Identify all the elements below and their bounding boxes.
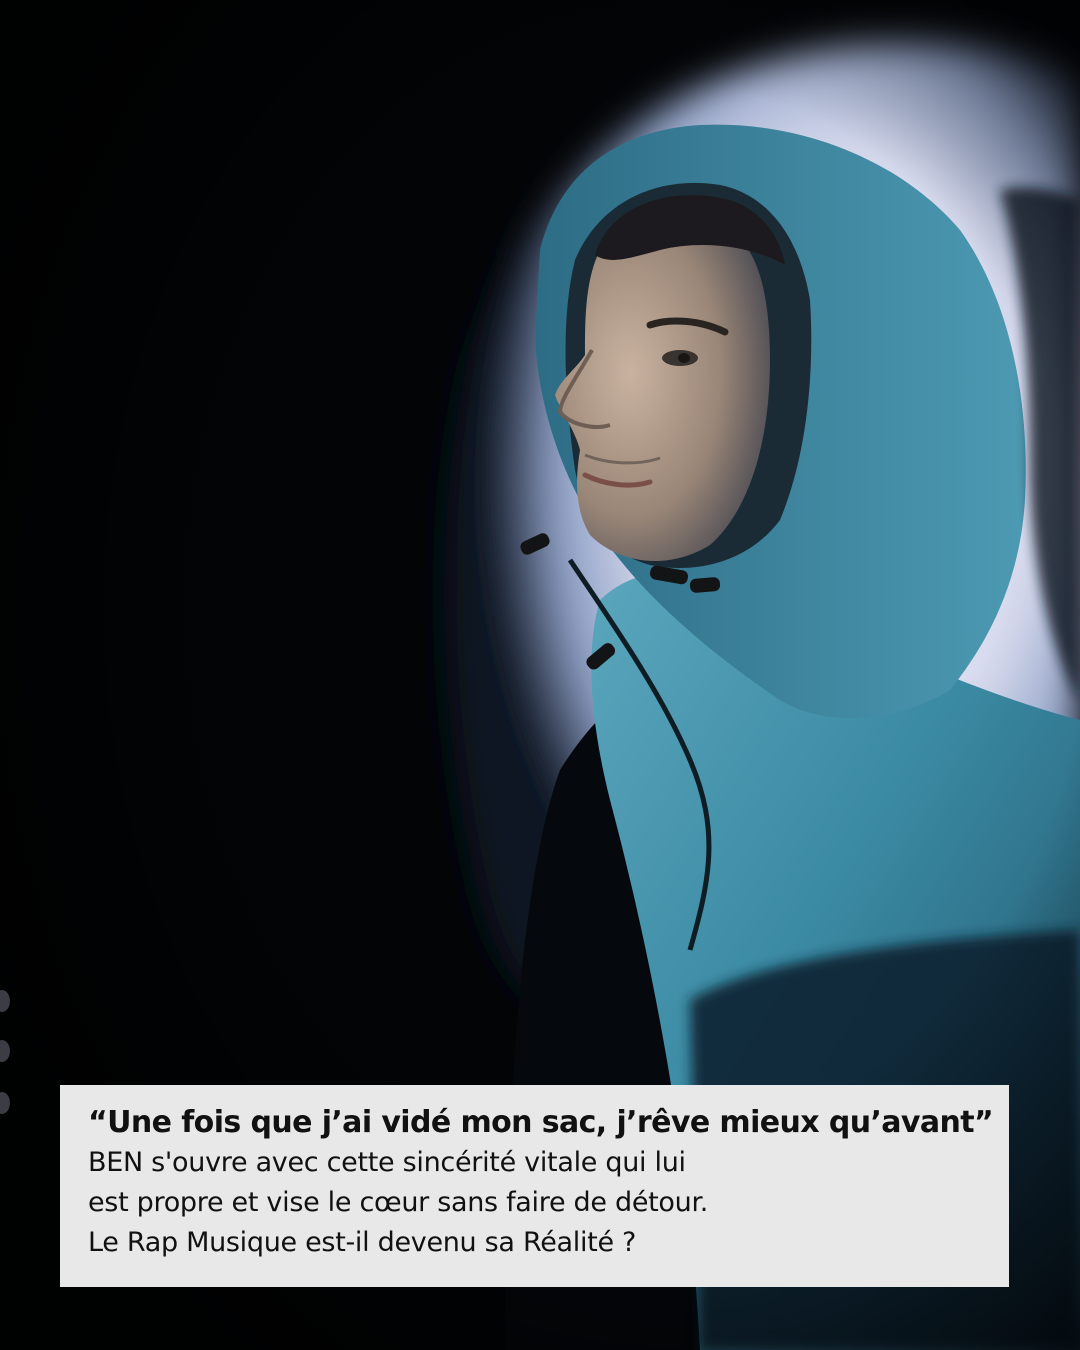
carousel-dots[interactable]	[0, 990, 10, 1120]
caption-line: est propre et vise le cœur sans faire de…	[88, 1187, 709, 1218]
carousel-dot[interactable]	[0, 1040, 10, 1062]
caption-quote: “Une fois que j’ai vidé mon sac, j’rêve …	[88, 1105, 994, 1140]
caption-box: “Une fois que j’ai vidé mon sac, j’rêve …	[60, 1085, 1009, 1287]
carousel-dot[interactable]	[0, 1092, 10, 1114]
carousel-dot[interactable]	[0, 990, 10, 1012]
post-canvas: “Une fois que j’ai vidé mon sac, j’rêve …	[0, 0, 1080, 1350]
caption-line: Le Rap Musique est-il devenu sa Réalité …	[88, 1227, 637, 1258]
caption-line: BEN s'ouvre avec cette sincérité vitale …	[88, 1147, 686, 1178]
